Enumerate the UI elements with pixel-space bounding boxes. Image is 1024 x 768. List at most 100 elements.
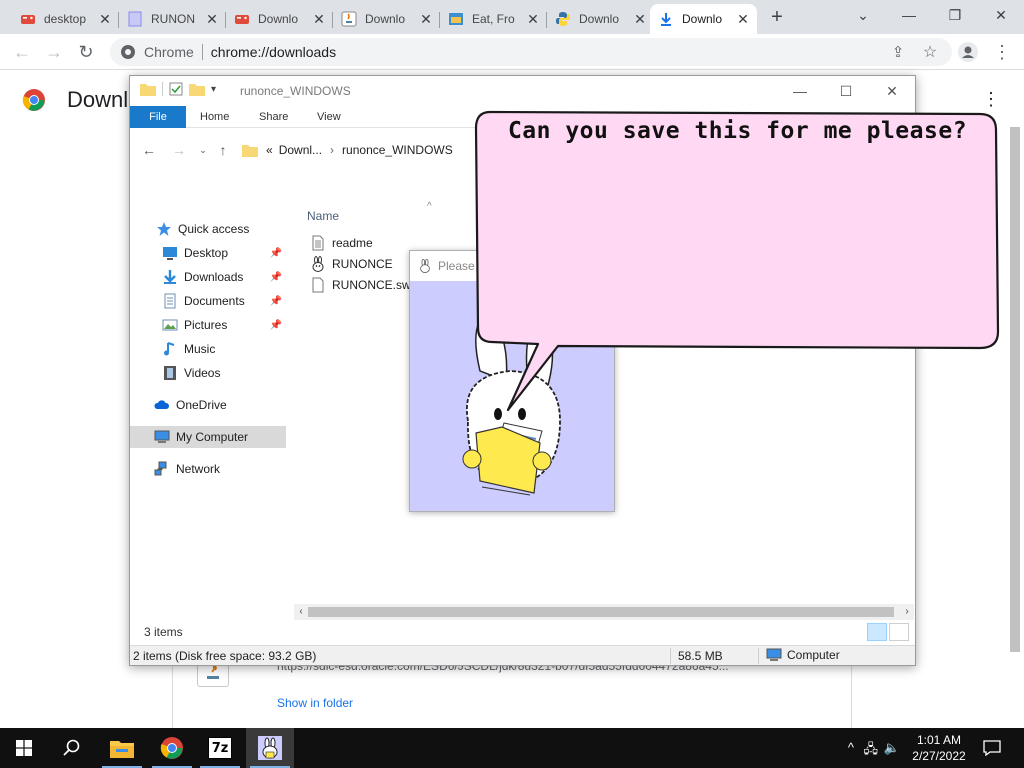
nav-videos[interactable]: Videos	[130, 362, 286, 384]
nav-network[interactable]: Network	[130, 458, 286, 480]
tab-home[interactable]: Home	[200, 106, 229, 128]
tab-search-button[interactable]: ⌄	[840, 0, 886, 30]
close-icon[interactable]: ✕	[311, 11, 327, 27]
taskbar-7zip[interactable]: 7z	[196, 728, 244, 768]
start-button[interactable]	[0, 728, 48, 768]
address-bar[interactable]: Chrome chrome://downloads	[110, 38, 952, 66]
maximize-button[interactable]: ☐	[823, 76, 869, 106]
taskbar-file-explorer[interactable]	[98, 728, 146, 768]
tab-downloads-active[interactable]: Downlo ✕	[650, 4, 757, 34]
close-icon[interactable]: ✕	[525, 11, 541, 27]
reload-button[interactable]: ↻	[74, 40, 98, 64]
forward-button[interactable]: →	[169, 140, 189, 160]
details-view-icon[interactable]	[867, 623, 887, 641]
network-status-icon[interactable]: 🖧	[864, 740, 879, 762]
profile-avatar[interactable]	[956, 40, 980, 64]
bookmark-star-icon[interactable]: ☆	[918, 40, 942, 64]
maximize-button[interactable]: ❐	[932, 0, 978, 30]
pin-icon[interactable]: 📌	[270, 248, 282, 259]
tab-desktop[interactable]: desktop ✕	[12, 4, 119, 34]
tab-share[interactable]: Share	[259, 106, 288, 128]
breadcrumb-overflow[interactable]: «	[266, 143, 273, 157]
close-icon[interactable]: ✕	[735, 11, 751, 27]
scroll-right-icon[interactable]: ›	[900, 604, 914, 620]
clock[interactable]: 1:01 AM 2/27/2022	[906, 732, 972, 764]
nav-my-computer[interactable]: My Computer	[130, 426, 286, 448]
tab-eat[interactable]: Eat, Fro ✕	[440, 4, 547, 34]
7zip-label: 7z	[211, 740, 229, 756]
action-center-button[interactable]	[968, 728, 1016, 768]
page-scrollbar[interactable]	[1010, 127, 1020, 652]
folder-icon	[242, 145, 258, 157]
nav-documents[interactable]: Documents 📌	[130, 290, 286, 312]
file-row-runonce[interactable]: RUNONCE	[310, 254, 393, 274]
scroll-left-icon[interactable]: ‹	[294, 604, 308, 620]
tab-runonce[interactable]: RUNON ✕	[119, 4, 226, 34]
nav-pictures[interactable]: Pictures 📌	[130, 314, 286, 336]
pin-icon[interactable]: 📌	[270, 272, 282, 283]
text-file-icon	[312, 235, 324, 251]
nav-desktop[interactable]: Desktop 📌	[130, 242, 286, 264]
divider	[162, 82, 163, 96]
column-header-name[interactable]: Name	[307, 209, 339, 223]
breadcrumb-current[interactable]: runonce_WINDOWS	[342, 143, 453, 157]
properties-icon[interactable]	[169, 82, 183, 96]
tab-view[interactable]: View	[317, 106, 341, 128]
breadcrumb-downloads[interactable]: Downl...	[279, 143, 322, 157]
pin-icon[interactable]: 📌	[270, 296, 282, 307]
show-in-folder-link[interactable]: Show in folder	[277, 696, 353, 710]
nav-label: OneDrive	[176, 398, 227, 412]
close-button[interactable]: ✕	[869, 76, 915, 106]
taskbar-chrome[interactable]	[148, 728, 196, 768]
close-icon[interactable]: ✕	[418, 11, 434, 27]
scheme-label: Chrome	[144, 44, 194, 60]
forward-button[interactable]: →	[42, 40, 66, 64]
tab-download-1[interactable]: Downlo ✕	[226, 4, 333, 34]
tab-title: Downlo	[258, 12, 299, 26]
nav-quick-access[interactable]: Quick access	[130, 218, 286, 240]
minimize-button[interactable]: —	[886, 0, 932, 30]
minimize-button[interactable]: —	[777, 76, 823, 106]
back-button[interactable]: ←	[10, 40, 34, 64]
new-tab-button[interactable]: +	[764, 6, 790, 28]
up-button[interactable]: ↑	[213, 140, 233, 160]
download-icon	[661, 13, 671, 26]
close-icon[interactable]: ✕	[632, 11, 648, 27]
nav-downloads[interactable]: Downloads 📌	[130, 266, 286, 288]
share-icon[interactable]: ⇪	[886, 40, 910, 64]
storefront-icon	[449, 13, 463, 25]
scrollbar-thumb[interactable]	[308, 607, 894, 617]
large-icons-view-icon[interactable]	[889, 623, 909, 641]
pin-icon[interactable]: 📌	[270, 320, 282, 331]
chrome-menu-icon[interactable]: ⋮	[990, 40, 1014, 64]
volume-icon[interactable]: 🔈	[884, 740, 900, 756]
horizontal-scrollbar[interactable]: ‹ ›	[294, 604, 914, 620]
taskbar-runonce[interactable]	[246, 728, 294, 768]
tab-title: Downlo	[579, 12, 620, 26]
nav-onedrive[interactable]: OneDrive	[130, 394, 286, 416]
nav-label: Videos	[184, 366, 221, 380]
show-hidden-icons-icon[interactable]: ^	[848, 740, 854, 755]
tab-download-2[interactable]: Downlo ✕	[333, 4, 440, 34]
customize-dropdown-icon[interactable]: ▾	[211, 84, 216, 95]
search-button[interactable]	[48, 728, 96, 768]
nav-music[interactable]: Music	[130, 338, 286, 360]
close-icon[interactable]: ✕	[204, 11, 220, 27]
tab-file[interactable]: File	[130, 106, 186, 128]
back-button[interactable]: ←	[139, 140, 159, 160]
tab-download-3[interactable]: Downlo ✕	[547, 4, 654, 34]
status-size: 58.5 MB	[678, 649, 723, 663]
computer-icon	[154, 430, 170, 443]
tab-title: Downlo	[682, 12, 723, 26]
recent-locations-dropdown[interactable]: ⌄	[193, 140, 213, 160]
file-row-readme[interactable]: readme	[310, 233, 373, 253]
close-window-button[interactable]: ✕	[978, 0, 1024, 30]
close-icon[interactable]: ✕	[97, 11, 113, 27]
new-folder-icon[interactable]	[189, 82, 205, 96]
star-icon	[157, 222, 171, 236]
location-label: Computer	[787, 648, 840, 662]
file-row-runonce-swf[interactable]: RUNONCE.swf	[310, 275, 414, 295]
nav-label: Network	[176, 462, 221, 476]
status-summary: 2 items (Disk free space: 93.2 GB)	[133, 649, 317, 663]
file-name: RUNONCE	[332, 257, 393, 271]
